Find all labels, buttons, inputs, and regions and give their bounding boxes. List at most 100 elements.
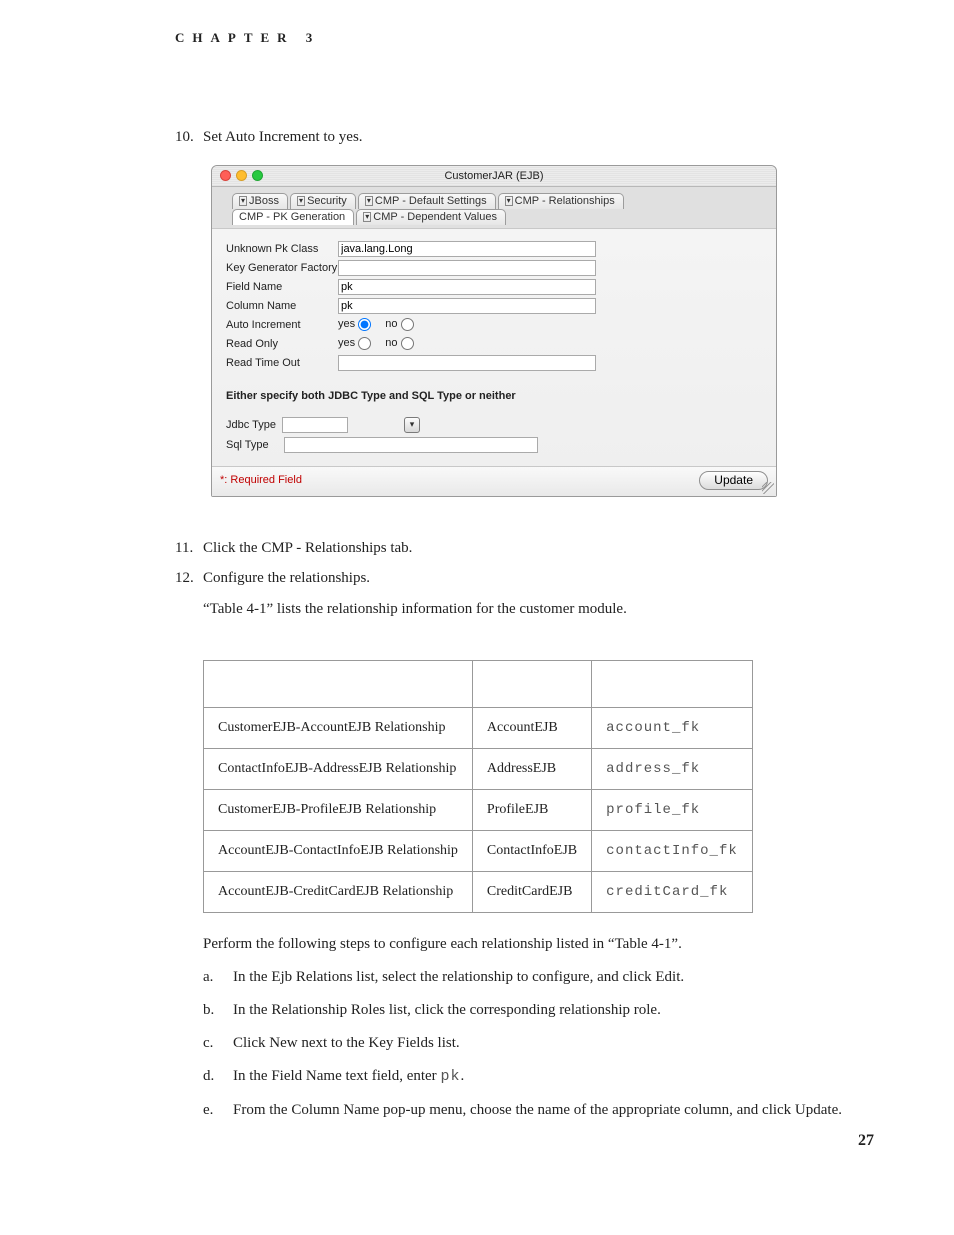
table-row: ContactInfoEJB-AddressEJB Relationship A… <box>204 749 753 790</box>
radio-auto-inc-yes[interactable] <box>358 318 371 331</box>
zoom-icon[interactable] <box>252 170 263 181</box>
tab-cmp-default[interactable]: ▾CMP - Default Settings <box>358 193 496 209</box>
substep-d-text: In the Field Name text field, enter pk. <box>233 1065 464 1088</box>
substep-e: e.From the Column Name pop-up menu, choo… <box>203 1099 874 1122</box>
minimize-icon[interactable] <box>236 170 247 181</box>
substep-a-text: In the Ejb Relations list, select the re… <box>233 966 684 989</box>
label-field-name: Field Name <box>226 281 338 293</box>
step-12-note: “Table 4-1” lists the relationship infor… <box>203 598 874 621</box>
table-row: CustomerEJB-AccountEJB Relationship Acco… <box>204 708 753 749</box>
substep-a: a.In the Ejb Relations list, select the … <box>203 966 874 989</box>
tab-cmp-relationships-label: CMP - Relationships <box>515 195 615 207</box>
rel-name: AccountEJB-ContactInfoEJB Relationship <box>204 831 473 872</box>
radio-read-only-no[interactable] <box>401 337 414 350</box>
update-button[interactable]: Update <box>699 471 768 490</box>
tab-row-2: CMP - PK Generation ▾CMP - Dependent Val… <box>212 208 776 229</box>
input-field-name[interactable] <box>338 279 596 295</box>
label-jdbc-type: Jdbc Type <box>226 419 282 431</box>
substep-c-text: Click New next to the Key Fields list. <box>233 1032 460 1055</box>
tab-cmp-relationships[interactable]: ▾CMP - Relationships <box>498 193 624 209</box>
tab-cmp-dependent[interactable]: ▾CMP - Dependent Values <box>356 209 506 225</box>
step-10-text: Set Auto Increment to yes. <box>203 129 363 145</box>
input-unknown-pk[interactable] <box>338 241 596 257</box>
rel-name: AccountEJB-CreditCardEJB Relationship <box>204 872 473 913</box>
label-read-only: Read Only <box>226 338 338 350</box>
rel-col: account_fk <box>592 708 753 749</box>
tab-jboss-label: JBoss <box>249 195 279 207</box>
table-row: AccountEJB-CreditCardEJB Relationship Cr… <box>204 872 753 913</box>
input-sql-type[interactable] <box>284 437 538 453</box>
substep-b: b.In the Relationship Roles list, click … <box>203 999 874 1022</box>
table-header-1 <box>204 661 473 708</box>
chapter-header: CHAPTER 3 <box>175 30 874 46</box>
radio-no-label: no <box>385 318 397 330</box>
tab-cmp-pk-label: CMP - PK Generation <box>239 211 345 223</box>
radio-yes-label: yes <box>338 318 355 330</box>
table-row: CustomerEJB-ProfileEJB Relationship Prof… <box>204 790 753 831</box>
substep-d-post: . <box>460 1068 464 1084</box>
close-icon[interactable] <box>220 170 231 181</box>
radio-auto-inc-no[interactable] <box>401 318 414 331</box>
rel-role: AddressEJB <box>472 749 591 790</box>
label-column-name: Column Name <box>226 300 338 312</box>
step-11: 11.Click the CMP - Relationships tab. <box>175 537 874 560</box>
label-read-timeout: Read Time Out <box>226 357 338 369</box>
tab-cmp-default-label: CMP - Default Settings <box>375 195 487 207</box>
window-footer: *: Required Field Update <box>212 466 776 496</box>
page-number: 27 <box>858 1132 874 1150</box>
substep-b-text: In the Relationship Roles list, click th… <box>233 999 661 1022</box>
rel-name: ContactInfoEJB-AddressEJB Relationship <box>204 749 473 790</box>
label-unknown-pk: Unknown Pk Class <box>226 243 338 255</box>
rel-col: contactInfo_fk <box>592 831 753 872</box>
radio-ro-no-label: no <box>385 337 397 349</box>
rel-role: ContactInfoEJB <box>472 831 591 872</box>
window-title: CustomerJAR (EJB) <box>444 170 543 182</box>
label-key-gen: Key Generator Factory <box>226 262 338 274</box>
relationship-table: CustomerEJB-AccountEJB Relationship Acco… <box>203 660 753 913</box>
rel-role: AccountEJB <box>472 708 591 749</box>
step-12: 12.Configure the relationships. <box>175 567 874 590</box>
radio-ro-yes-label: yes <box>338 337 355 349</box>
substep-d-pre: In the Field Name text field, enter <box>233 1068 440 1084</box>
rel-col: creditCard_fk <box>592 872 753 913</box>
tab-jboss[interactable]: ▾JBoss <box>232 193 288 209</box>
tab-security[interactable]: ▾Security <box>290 193 356 209</box>
substep-c: c.Click New next to the Key Fields list. <box>203 1032 874 1055</box>
rel-role: ProfileEJB <box>472 790 591 831</box>
radios-auto-increment: yes no <box>338 318 425 331</box>
step-11-text: Click the CMP - Relationships tab. <box>203 540 412 556</box>
substep-d-code: pk <box>440 1068 460 1085</box>
table-header-row <box>204 661 753 708</box>
required-note: *: Required Field <box>220 474 302 486</box>
tab-security-label: Security <box>307 195 347 207</box>
traffic-lights <box>220 170 263 181</box>
label-auto-increment: Auto Increment <box>226 319 338 331</box>
rel-name: CustomerEJB-AccountEJB Relationship <box>204 708 473 749</box>
radios-read-only: yes no <box>338 337 425 350</box>
substep-d: d. In the Field Name text field, enter p… <box>203 1065 874 1088</box>
table-header-2 <box>472 661 591 708</box>
input-key-gen[interactable] <box>338 260 596 276</box>
table-header-3 <box>592 661 753 708</box>
radio-read-only-yes[interactable] <box>358 337 371 350</box>
window-titlebar: CustomerJAR (EJB) <box>212 166 776 187</box>
input-jdbc-type[interactable] <box>282 417 348 433</box>
label-sql-type: Sql Type <box>226 439 282 451</box>
tab-cmp-dependent-label: CMP - Dependent Values <box>373 211 497 223</box>
jdbc-note: Either specify both JDBC Type and SQL Ty… <box>226 390 762 402</box>
resize-icon[interactable] <box>762 482 774 494</box>
rel-col: address_fk <box>592 749 753 790</box>
step-10: 10.Set Auto Increment to yes. <box>175 126 874 149</box>
tab-cmp-pk-generation[interactable]: CMP - PK Generation <box>232 209 354 225</box>
input-read-timeout[interactable] <box>338 355 596 371</box>
table-row: AccountEJB-ContactInfoEJB Relationship C… <box>204 831 753 872</box>
after-table-text: Perform the following steps to configure… <box>203 933 874 956</box>
tab-row-1: ▾JBoss ▾Security ▾CMP - Default Settings… <box>212 187 776 208</box>
input-column-name[interactable] <box>338 298 596 314</box>
rel-role: CreditCardEJB <box>472 872 591 913</box>
rel-col: profile_fk <box>592 790 753 831</box>
jdbc-type-popup[interactable]: ▾ <box>404 417 420 433</box>
rel-name: CustomerEJB-ProfileEJB Relationship <box>204 790 473 831</box>
screenshot-window: CustomerJAR (EJB) ▾JBoss ▾Security ▾CMP … <box>211 165 777 497</box>
substep-e-text: From the Column Name pop-up menu, choose… <box>233 1099 842 1122</box>
